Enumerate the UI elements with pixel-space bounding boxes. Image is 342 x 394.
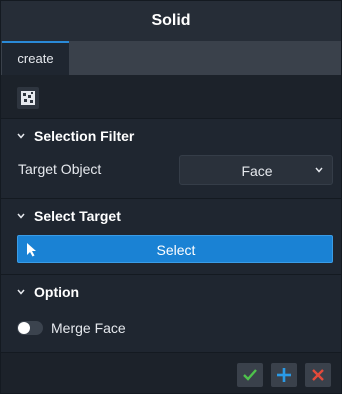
footer-bar: [1, 353, 341, 393]
selection-filter-header[interactable]: Selection Filter: [1, 119, 341, 153]
chevron-down-icon: [17, 133, 25, 139]
merge-face-label: Merge Face: [51, 320, 126, 336]
selection-filter-section: Selection Filter Target Object Face: [1, 119, 341, 199]
section-title: Option: [34, 284, 80, 300]
confirm-icon: [243, 369, 257, 381]
add-button[interactable]: [271, 363, 297, 387]
merge-face-toggle[interactable]: [17, 321, 43, 335]
select-target-header[interactable]: Select Target: [1, 199, 341, 233]
tab-bar: create: [1, 41, 341, 75]
tool-row: [1, 75, 341, 119]
select-button[interactable]: Select: [17, 235, 333, 263]
tab-create[interactable]: create: [2, 41, 69, 75]
solid-panel: Solid create Selection Filter Target Obj…: [0, 0, 342, 394]
target-object-label: Target Object: [18, 161, 102, 177]
target-object-dropdown[interactable]: Face: [179, 155, 333, 185]
window-title: Solid: [1, 1, 341, 41]
section-title: Select Target: [34, 208, 121, 224]
cancel-button[interactable]: [305, 363, 331, 387]
add-icon: [277, 368, 291, 382]
chevron-down-icon: [315, 167, 323, 173]
toggle-knob: [18, 322, 30, 334]
chevron-down-icon: [17, 213, 25, 219]
select-mode-icon: [21, 91, 35, 105]
select-mode-button[interactable]: [17, 87, 39, 109]
option-section: Option Merge Face: [1, 275, 341, 353]
option-header[interactable]: Option: [1, 275, 341, 309]
select-target-section: Select Target Select: [1, 199, 341, 275]
dropdown-value: Face: [241, 163, 273, 179]
chevron-down-icon: [17, 289, 25, 295]
cancel-icon: [312, 369, 324, 381]
confirm-button[interactable]: [237, 363, 263, 387]
section-title: Selection Filter: [34, 128, 135, 144]
select-button-label: Select: [156, 242, 196, 258]
